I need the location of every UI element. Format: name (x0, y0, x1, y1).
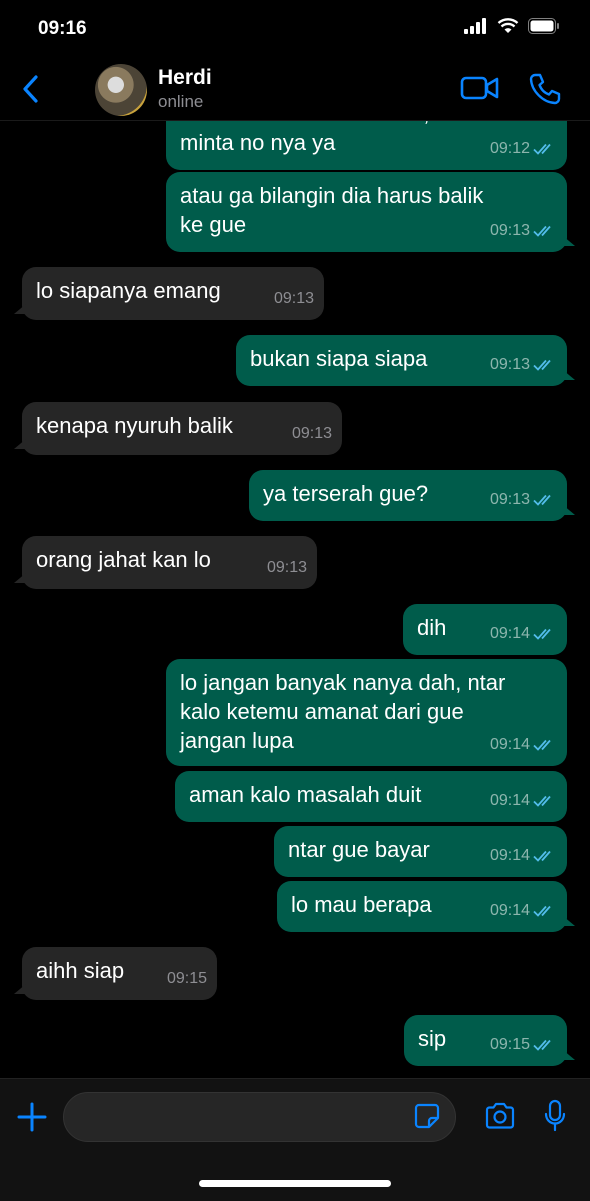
message-bubble-outgoing[interactable]: ntar gue bayar 09:14 (274, 826, 567, 877)
camera-icon[interactable] (484, 1102, 516, 1130)
message-bubble-outgoing[interactable]: dih 09:14 (403, 604, 567, 655)
message-bubble-outgoing[interactable]: ya terserah gue? 09:13 (249, 470, 575, 521)
read-receipt-icon (533, 795, 551, 807)
voice-call-icon[interactable] (528, 72, 562, 106)
read-receipt-icon (533, 225, 551, 237)
read-receipt-icon (533, 359, 551, 371)
message-text: lo siapanya emang (36, 278, 221, 303)
message-meta: 09:14 (490, 896, 557, 925)
message-bubble-outgoing[interactable]: atau ga bilangin dia harus balik ke gue … (166, 172, 575, 252)
message-time: 09:13 (273, 290, 314, 307)
message-meta: 09:13 (490, 485, 557, 514)
message-text: kenapa nyuruh balik (36, 413, 233, 438)
message-time: 09:13 (489, 222, 530, 239)
wifi-icon (497, 18, 519, 33)
message-bubble-outgoing[interactable]: sip 09:15 (404, 1015, 575, 1066)
message-bubble-outgoing[interactable]: lo mau berapa 09:14 (277, 881, 575, 932)
read-receipt-icon (533, 143, 551, 155)
message-time: 09:14 (489, 625, 530, 642)
status-bar: 09:16 (0, 0, 590, 58)
message-meta: 09:14 (490, 730, 557, 759)
contact-name[interactable]: Herdi (158, 66, 212, 90)
message-list[interactable]: kalo lo ketemu sama ami, lo minta no nya… (0, 120, 590, 1078)
message-text: orang jahat kan lo (36, 547, 211, 572)
message-time: 09:13 (291, 425, 332, 442)
message-bubble-outgoing[interactable]: kalo lo ketemu sama ami, lo minta no nya… (166, 120, 567, 170)
read-receipt-icon (533, 628, 551, 640)
message-meta: 09:13 (490, 350, 557, 379)
bubble-tail (14, 573, 26, 583)
message-time: 09:15 (166, 970, 207, 987)
read-receipt-icon (533, 494, 551, 506)
message-time: 09:14 (489, 847, 530, 864)
read-receipt-icon (533, 739, 551, 751)
read-receipt-icon (533, 1039, 551, 1051)
message-time: 09:13 (489, 356, 530, 373)
message-meta: 09:13 (490, 216, 557, 245)
status-icons (464, 18, 560, 34)
home-indicator (199, 1180, 391, 1187)
message-bubble-outgoing[interactable]: bukan siapa siapa 09:13 (236, 335, 575, 386)
video-call-icon[interactable] (460, 74, 500, 102)
message-time: 09:13 (266, 559, 307, 576)
bubble-tail (563, 505, 575, 515)
contact-status: online (158, 92, 204, 111)
bubble-tail (563, 916, 575, 926)
message-bubble-outgoing[interactable]: aman kalo masalah duit 09:14 (175, 771, 567, 822)
sticker-icon[interactable] (414, 1103, 440, 1129)
bubble-tail (563, 1050, 575, 1060)
message-bubble-outgoing[interactable]: lo jangan banyak nanya dah, ntar kalo ke… (166, 659, 567, 766)
battery-icon (528, 18, 559, 34)
message-time: 09:13 (489, 491, 530, 508)
message-time: 09:14 (489, 736, 530, 753)
bubble-tail (563, 370, 575, 380)
signal-icon (464, 18, 486, 34)
message-time: 09:12 (489, 140, 530, 157)
chat-header: Herdi online (0, 58, 590, 121)
message-meta: 09:14 (490, 619, 557, 648)
read-receipt-icon (533, 905, 551, 917)
message-meta: 09:12 (490, 134, 557, 163)
message-time: 09:14 (489, 792, 530, 809)
message-bubble-incoming[interactable]: kenapa nyuruh balik 09:13 (14, 402, 342, 455)
plus-icon[interactable] (16, 1101, 48, 1133)
microphone-icon[interactable] (543, 1099, 567, 1133)
message-bubble-incoming[interactable]: aihh siap 09:15 (14, 947, 217, 1000)
contact-avatar[interactable] (95, 64, 147, 116)
back-chevron-icon[interactable] (18, 72, 44, 106)
message-meta: 09:14 (490, 786, 557, 815)
status-time: 09:16 (38, 18, 87, 39)
message-meta: 09:14 (490, 841, 557, 870)
bubble-tail (14, 984, 26, 994)
message-bubble-incoming[interactable]: orang jahat kan lo 09:13 (14, 536, 317, 589)
message-input[interactable] (63, 1092, 456, 1142)
bubble-tail (14, 304, 26, 314)
message-time: 09:14 (489, 902, 530, 919)
bubble-tail (14, 439, 26, 449)
message-meta: 09:15 (490, 1030, 557, 1059)
message-bubble-incoming[interactable]: lo siapanya emang 09:13 (14, 267, 324, 320)
bubble-tail (563, 236, 575, 246)
message-time: 09:15 (489, 1036, 530, 1053)
read-receipt-icon (533, 850, 551, 862)
